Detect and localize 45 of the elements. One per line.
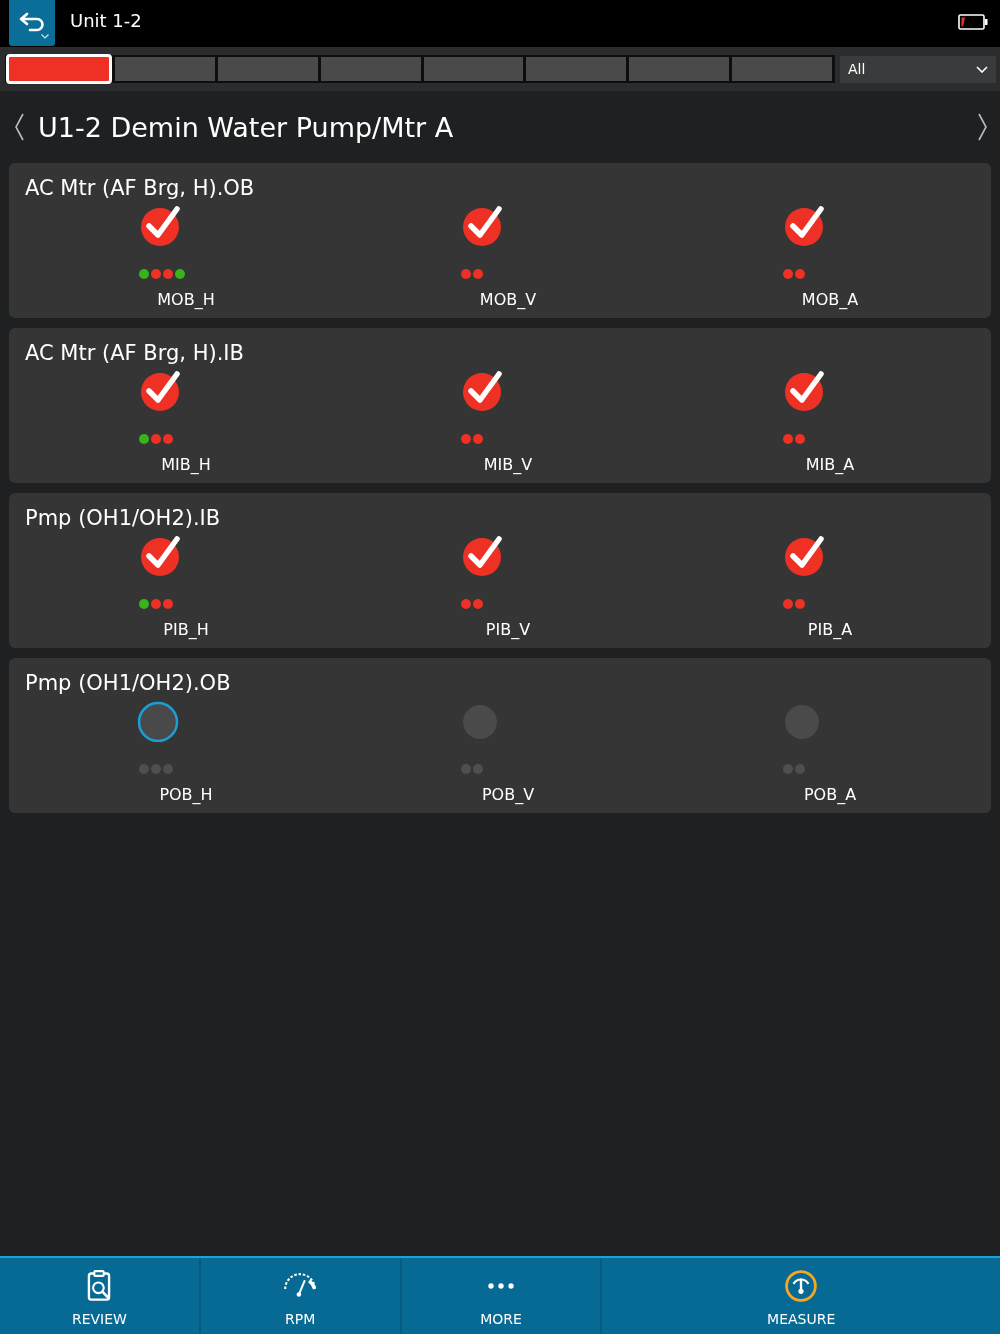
check-circle-icon[interactable] — [460, 368, 504, 412]
nav-tab[interactable]: RPM — [200, 1258, 402, 1334]
point-label: PIB_V — [485, 620, 531, 640]
route-segment[interactable] — [6, 54, 112, 84]
asset-title: U1-2 Demin Water Pump/Mtr A — [38, 111, 454, 143]
location-title: Pmp (OH1/OH2).IB — [25, 505, 221, 531]
return-arrow-icon — [19, 11, 45, 32]
more-icon — [488, 1282, 514, 1289]
point-label: POB_A — [803, 785, 857, 805]
check-circle-icon[interactable] — [138, 203, 182, 247]
check-circle-icon[interactable] — [460, 533, 504, 577]
chevron-left-icon — [14, 113, 24, 141]
check-circle-icon[interactable] — [460, 203, 504, 247]
chevron-down-icon — [41, 33, 49, 39]
battery-icon — [958, 14, 988, 30]
point-label: MIB_H — [161, 455, 211, 475]
point-label: PIB_A — [807, 620, 853, 640]
gauge-ring-icon — [785, 1269, 818, 1302]
nav-tab[interactable]: MORE — [401, 1258, 603, 1334]
nav-tab[interactable]: REVIEW — [0, 1258, 201, 1334]
header-title: Unit 1-2 — [70, 11, 142, 31]
location-title: Pmp (OH1/OH2).OB — [25, 670, 231, 696]
check-circle-icon[interactable] — [138, 533, 182, 577]
previous-button[interactable] — [12, 112, 26, 142]
gauge-icon — [284, 1273, 317, 1298]
check-circle-icon[interactable] — [782, 533, 826, 577]
check-circle-icon[interactable] — [138, 368, 182, 412]
chevron-down-icon — [976, 65, 988, 73]
point-label: MIB_V — [483, 455, 533, 475]
point-label: POB_V — [481, 785, 535, 805]
point-label: MIB_A — [805, 455, 855, 475]
location-title: AC Mtr (AF Brg, H).OB — [25, 175, 255, 201]
location-title: AC Mtr (AF Brg, H).IB — [25, 340, 244, 366]
point-label: MOB_H — [157, 290, 215, 310]
check-circle-icon[interactable] — [782, 203, 826, 247]
point-label: PIB_H — [163, 620, 209, 640]
point-label: MOB_A — [801, 290, 859, 310]
check-circle-icon[interactable] — [782, 368, 826, 412]
point-label: MOB_V — [479, 290, 537, 310]
nav-tab[interactable]: MEASURE — [602, 1258, 1000, 1334]
filter-dropdown[interactable]: All — [840, 55, 996, 83]
next-button[interactable] — [976, 112, 990, 142]
back-button[interactable] — [9, 0, 55, 46]
chevron-right-icon — [978, 113, 988, 141]
point-label: POB_H — [159, 785, 213, 805]
